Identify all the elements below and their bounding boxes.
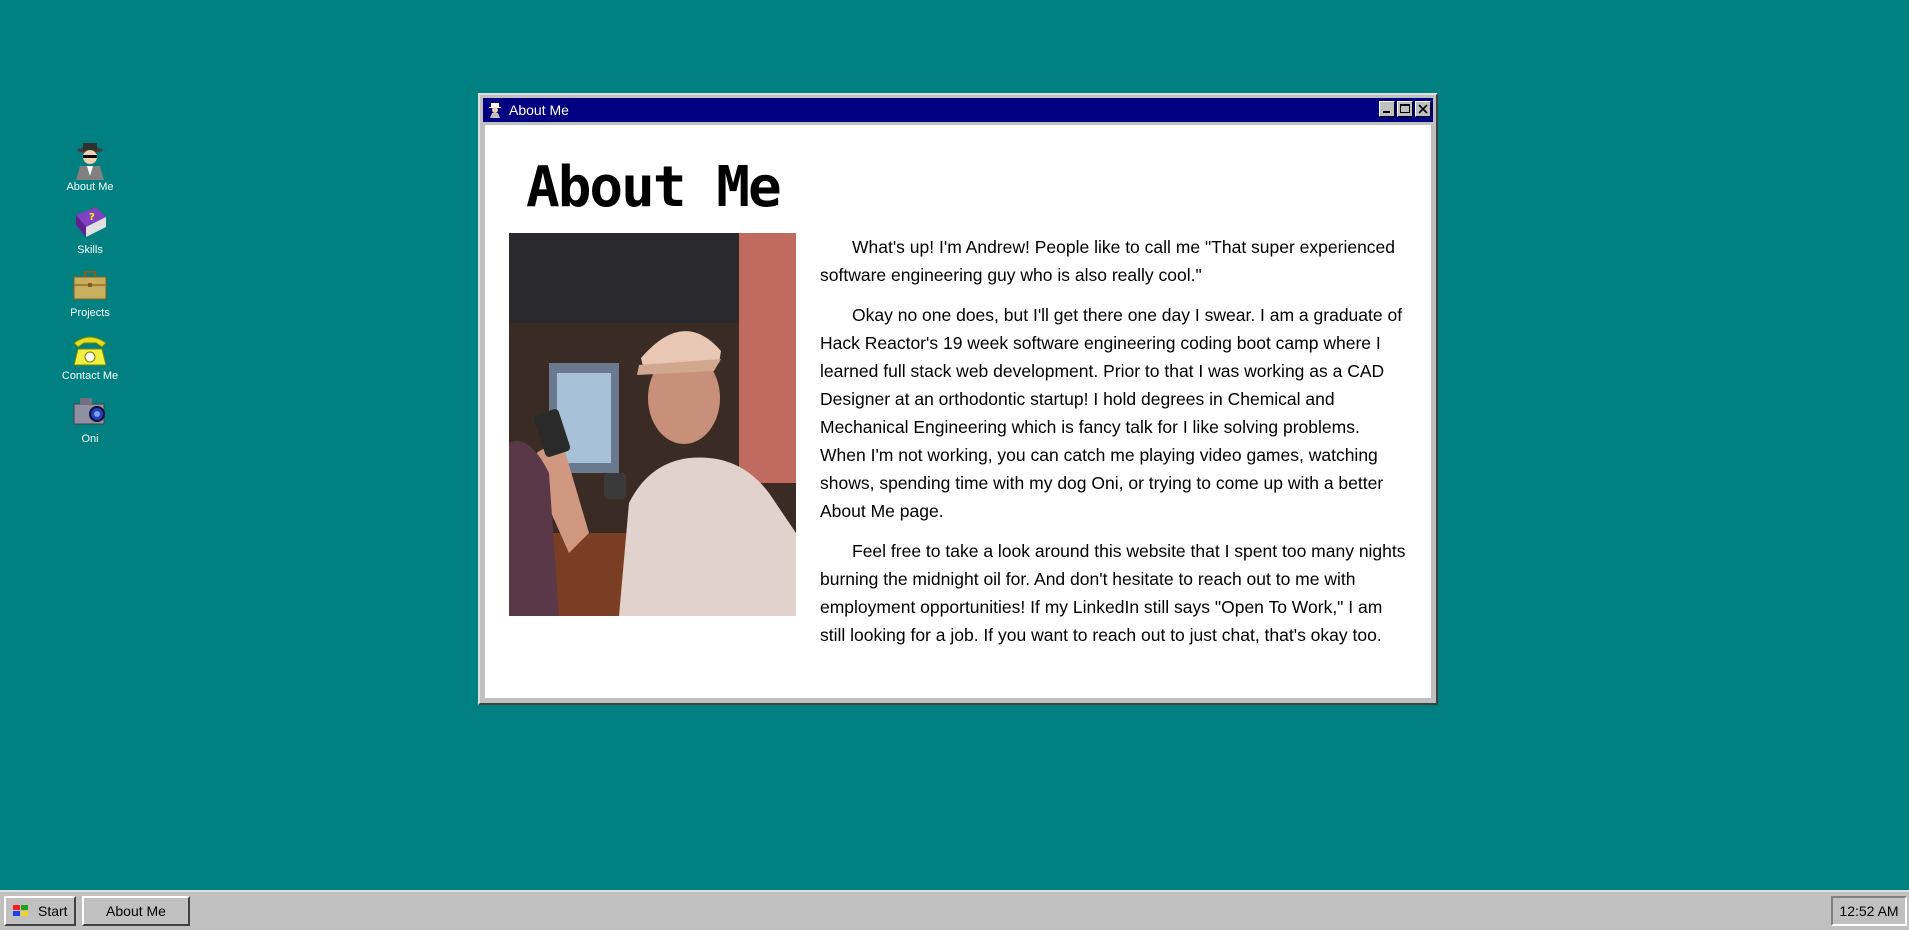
taskbar-item-about-me[interactable]: About Me <box>82 896 190 926</box>
about-paragraph: Feel free to take a look around this web… <box>820 541 1406 645</box>
minimize-icon <box>1383 111 1390 113</box>
about-text: What's up! I'm Andrew! People like to ca… <box>820 233 1410 661</box>
spy-icon <box>76 143 104 180</box>
desktop-icon-label: Projects <box>70 307 110 319</box>
desktop-icon-label: Contact Me <box>61 370 119 382</box>
camera-icon <box>73 398 105 425</box>
desktop-icon-label: Skills <box>77 244 103 256</box>
portrait-photo <box>509 233 796 616</box>
book-icon: ? <box>76 207 106 237</box>
about-me-window[interactable]: About Me About Me What's up! I'm Andrew!… <box>478 93 1438 705</box>
start-button[interactable]: Start <box>4 896 76 926</box>
briefcase-icon <box>73 271 107 300</box>
svg-text:?: ? <box>89 212 95 223</box>
window-title: About Me <box>509 102 569 118</box>
window-titlebar[interactable]: About Me <box>483 98 1433 122</box>
desktop-icon-skills[interactable]: ? Skills <box>50 203 130 263</box>
taskbar: Start About Me 12:52 AM <box>0 890 1909 930</box>
telephone-icon <box>73 336 107 366</box>
close-button[interactable] <box>1415 101 1431 117</box>
windows-logo-icon <box>13 905 28 916</box>
window-content: About Me What's up! I'm Andrew! People l… <box>485 125 1431 698</box>
desktop-icon-oni[interactable]: Oni <box>50 392 130 452</box>
desktop-icon-contact-me[interactable]: Contact Me <box>50 329 130 389</box>
desktop-icon-label: About Me <box>66 181 114 193</box>
about-paragraph: Okay no one does, but I'll get there one… <box>820 305 1403 521</box>
start-label: Start <box>38 903 68 919</box>
system-clock: 12:52 AM <box>1831 896 1907 926</box>
desktop-icon-projects[interactable]: Projects <box>50 266 130 326</box>
spy-icon <box>489 103 501 118</box>
profile-photo <box>509 233 796 616</box>
maximize-icon <box>1400 104 1410 113</box>
close-icon <box>1418 104 1428 114</box>
page-title: About Me <box>526 155 782 220</box>
maximize-button[interactable] <box>1397 101 1413 117</box>
about-paragraph: What's up! I'm Andrew! People like to ca… <box>820 237 1396 285</box>
desktop-icon-about-me[interactable]: About Me <box>50 140 130 200</box>
desktop-icon-label: Oni <box>81 433 99 445</box>
window-controls <box>1379 101 1431 117</box>
minimize-button[interactable] <box>1379 101 1395 117</box>
